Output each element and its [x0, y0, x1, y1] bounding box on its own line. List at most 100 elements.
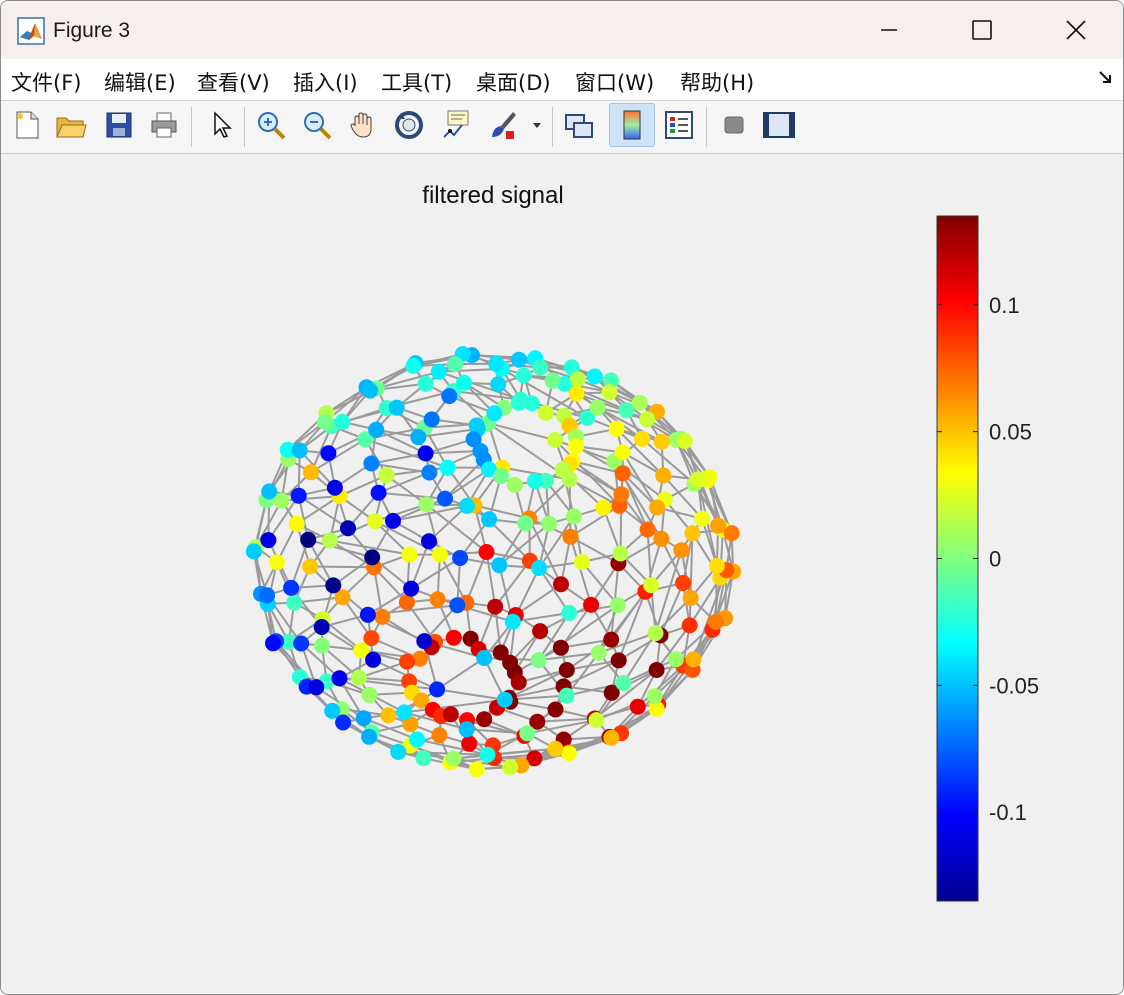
- mesh-node: [478, 544, 495, 560]
- mesh-node: [417, 445, 434, 462]
- open-file-icon: [56, 117, 87, 138]
- menu-view[interactable]: 查看(V): [197, 67, 270, 97]
- zoom-in-icon: [258, 112, 286, 140]
- toolbar-separator: [191, 107, 192, 147]
- minimize-button[interactable]: [843, 1, 935, 59]
- brush-icon: [492, 112, 516, 139]
- legend-button[interactable]: [661, 107, 697, 143]
- rotate-3d-button[interactable]: [391, 107, 427, 143]
- mesh-node: [532, 359, 549, 376]
- mesh-node: [589, 399, 606, 416]
- mesh-node: [423, 411, 440, 428]
- mesh-node: [431, 546, 448, 563]
- mesh-node: [401, 546, 418, 563]
- mesh-node: [409, 731, 426, 748]
- mesh-node: [682, 590, 699, 606]
- link-plot-button[interactable]: [561, 107, 597, 143]
- mesh-node: [260, 532, 277, 549]
- mesh-node: [487, 598, 504, 615]
- mesh-node: [614, 444, 631, 461]
- mesh-node: [361, 686, 378, 703]
- dock-arrow-icon[interactable]: [1097, 69, 1113, 85]
- brush-dropdown-button[interactable]: [527, 107, 547, 143]
- colorbar-tick-label: 0: [989, 547, 1001, 572]
- menu-desktop[interactable]: 桌面(D): [476, 67, 551, 97]
- rotate-3d-icon: [395, 111, 423, 139]
- mesh-node: [558, 687, 575, 704]
- mesh-node: [515, 367, 532, 384]
- mesh-node: [418, 496, 435, 513]
- print-button[interactable]: [146, 107, 182, 143]
- menu-window[interactable]: 窗口(W): [575, 67, 654, 97]
- mesh-node: [390, 743, 407, 760]
- mesh-node: [331, 670, 348, 687]
- menu-edit[interactable]: 编辑(E): [104, 67, 176, 97]
- show-plot-tools-button[interactable]: [761, 107, 797, 143]
- menu-help[interactable]: 帮助(H): [680, 67, 754, 97]
- mesh-node: [588, 712, 605, 729]
- colorbar[interactable]: [936, 215, 979, 902]
- show-plot-tools-icon: [763, 112, 795, 138]
- mesh-node: [308, 679, 325, 696]
- mesh-edge: [281, 495, 340, 502]
- mesh-node: [618, 402, 635, 419]
- mesh-node: [603, 729, 620, 746]
- brush-button[interactable]: [485, 107, 521, 143]
- mesh-node: [510, 674, 527, 691]
- mesh-node: [374, 608, 391, 625]
- save-button[interactable]: [101, 107, 137, 143]
- mesh-node: [519, 725, 536, 742]
- mesh-node: [586, 368, 603, 385]
- mesh-node: [648, 662, 665, 678]
- mesh-node: [541, 515, 558, 532]
- mesh-node: [313, 619, 330, 635]
- colorbar-button[interactable]: [609, 103, 655, 147]
- maximize-button[interactable]: [936, 1, 1028, 59]
- mesh-node: [261, 483, 278, 500]
- open-file-button[interactable]: [53, 107, 89, 143]
- menu-insert[interactable]: 插入(I): [293, 67, 358, 97]
- mesh-node: [649, 499, 666, 516]
- hide-plot-tools-button[interactable]: [716, 107, 752, 143]
- zoom-in-button[interactable]: [253, 107, 289, 143]
- mesh-node: [569, 371, 586, 388]
- zoom-out-button[interactable]: [299, 107, 335, 143]
- mesh-edge: [410, 557, 461, 590]
- mesh-node: [675, 575, 692, 591]
- menu-file[interactable]: 文件(F): [11, 67, 81, 97]
- mesh-node: [506, 476, 523, 493]
- plot-svg[interactable]: 0.1 0.05 0 -0.05 -0.1: [1, 154, 1123, 994]
- mesh-node: [458, 721, 475, 738]
- mesh-node: [685, 651, 702, 668]
- close-button[interactable]: [1030, 1, 1122, 59]
- mesh-node: [410, 429, 427, 446]
- pointer-button[interactable]: [202, 107, 238, 143]
- mesh-node: [614, 465, 631, 482]
- data-cursor-button[interactable]: [438, 107, 474, 143]
- pan-button[interactable]: [345, 107, 381, 143]
- mesh-node: [385, 512, 401, 529]
- title-bar: Figure 3: [1, 1, 1123, 59]
- mesh-node: [609, 597, 626, 614]
- mesh-node: [442, 706, 459, 723]
- mesh-node: [363, 455, 380, 472]
- mesh-node: [615, 675, 632, 691]
- mesh-node: [370, 484, 387, 501]
- mesh-node: [486, 405, 503, 422]
- new-figure-button[interactable]: [9, 107, 45, 143]
- mesh-node: [568, 385, 585, 402]
- mesh-node: [259, 587, 276, 604]
- mesh-node: [613, 486, 630, 503]
- mesh-node: [364, 549, 381, 566]
- mesh-node: [708, 557, 725, 574]
- mesh-node: [643, 577, 660, 594]
- mesh-node: [537, 404, 554, 421]
- mesh-node: [690, 471, 706, 488]
- mesh-node: [490, 376, 507, 393]
- mesh-edge: [436, 688, 505, 701]
- mesh-node: [646, 688, 663, 705]
- menu-tools[interactable]: 工具(T): [381, 67, 452, 97]
- print-icon: [151, 112, 177, 138]
- mesh-node: [634, 430, 651, 447]
- mesh-node: [590, 644, 607, 661]
